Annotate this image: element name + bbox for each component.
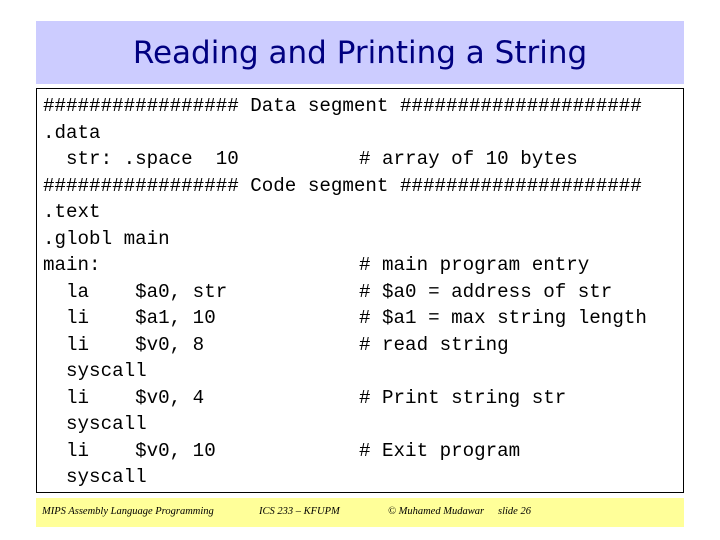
footer-band: MIPS Assembly Language Programming ICS 2… — [36, 498, 684, 527]
code-line: main: # main program entry — [43, 252, 589, 278]
code-line: li $a1, 10 # $a1 = max string length — [43, 305, 647, 331]
code-comment: # $a0 = address of str — [359, 280, 613, 303]
code-line: la $a0, str # $a0 = address of str — [43, 279, 612, 305]
code-text: syscall — [43, 466, 147, 488]
slide-number: slide 26 — [498, 506, 531, 517]
code-text: .data — [43, 121, 101, 144]
code-line: ################# Data segment #########… — [43, 93, 642, 119]
code-line: .data — [43, 120, 101, 146]
code-text: syscall — [43, 360, 147, 382]
code-line: syscall — [43, 411, 147, 437]
code-line: li $v0, 4 # Print string str — [43, 385, 566, 411]
code-line: str: .space 10 # array of 10 bytes — [43, 146, 578, 172]
code-text: li $v0, 10 — [43, 439, 216, 462]
code-line: .globl main — [43, 226, 170, 252]
code-text: .text — [43, 201, 101, 223]
code-comment: # main program entry — [359, 254, 590, 276]
code-text: li $a1, 10 — [43, 307, 216, 329]
code-line: li $v0, 10 # Exit program — [43, 438, 520, 464]
code-comment: # $a1 = max string length — [359, 307, 647, 329]
code-text: .globl main — [43, 227, 170, 250]
footer-institution: ICS 233 – KFUPM — [259, 506, 340, 517]
code-text: syscall — [43, 413, 147, 435]
code-comment: # array of 10 bytes — [359, 148, 578, 170]
title-band: Reading and Printing a String — [36, 21, 684, 84]
code-text: main: — [43, 254, 101, 276]
code-text: li $v0, 4 — [43, 386, 205, 409]
footer-author: © Muhamed Mudawar — [388, 506, 485, 517]
code-text: la $a0, str — [43, 280, 228, 303]
code-line: syscall — [43, 464, 147, 490]
code-listing: ################# Data segment #########… — [36, 88, 684, 493]
code-comment: # Print string str — [359, 386, 567, 409]
code-line: syscall — [43, 358, 147, 384]
code-comment: # read string — [359, 333, 509, 356]
slide-title: Reading and Printing a String — [132, 34, 588, 71]
code-text: ################# Code segment #########… — [43, 174, 642, 197]
code-text: str: .space 10 — [43, 148, 239, 170]
code-text: ################# Data segment #########… — [43, 95, 642, 117]
code-text: li $v0, 8 — [43, 333, 205, 356]
footer-course: MIPS Assembly Language Programming — [42, 506, 214, 517]
code-line: ################# Code segment #########… — [43, 173, 642, 199]
code-line: li $v0, 8 # read string — [43, 332, 509, 358]
code-line: .text — [43, 199, 101, 225]
code-comment: # Exit program — [359, 439, 521, 462]
